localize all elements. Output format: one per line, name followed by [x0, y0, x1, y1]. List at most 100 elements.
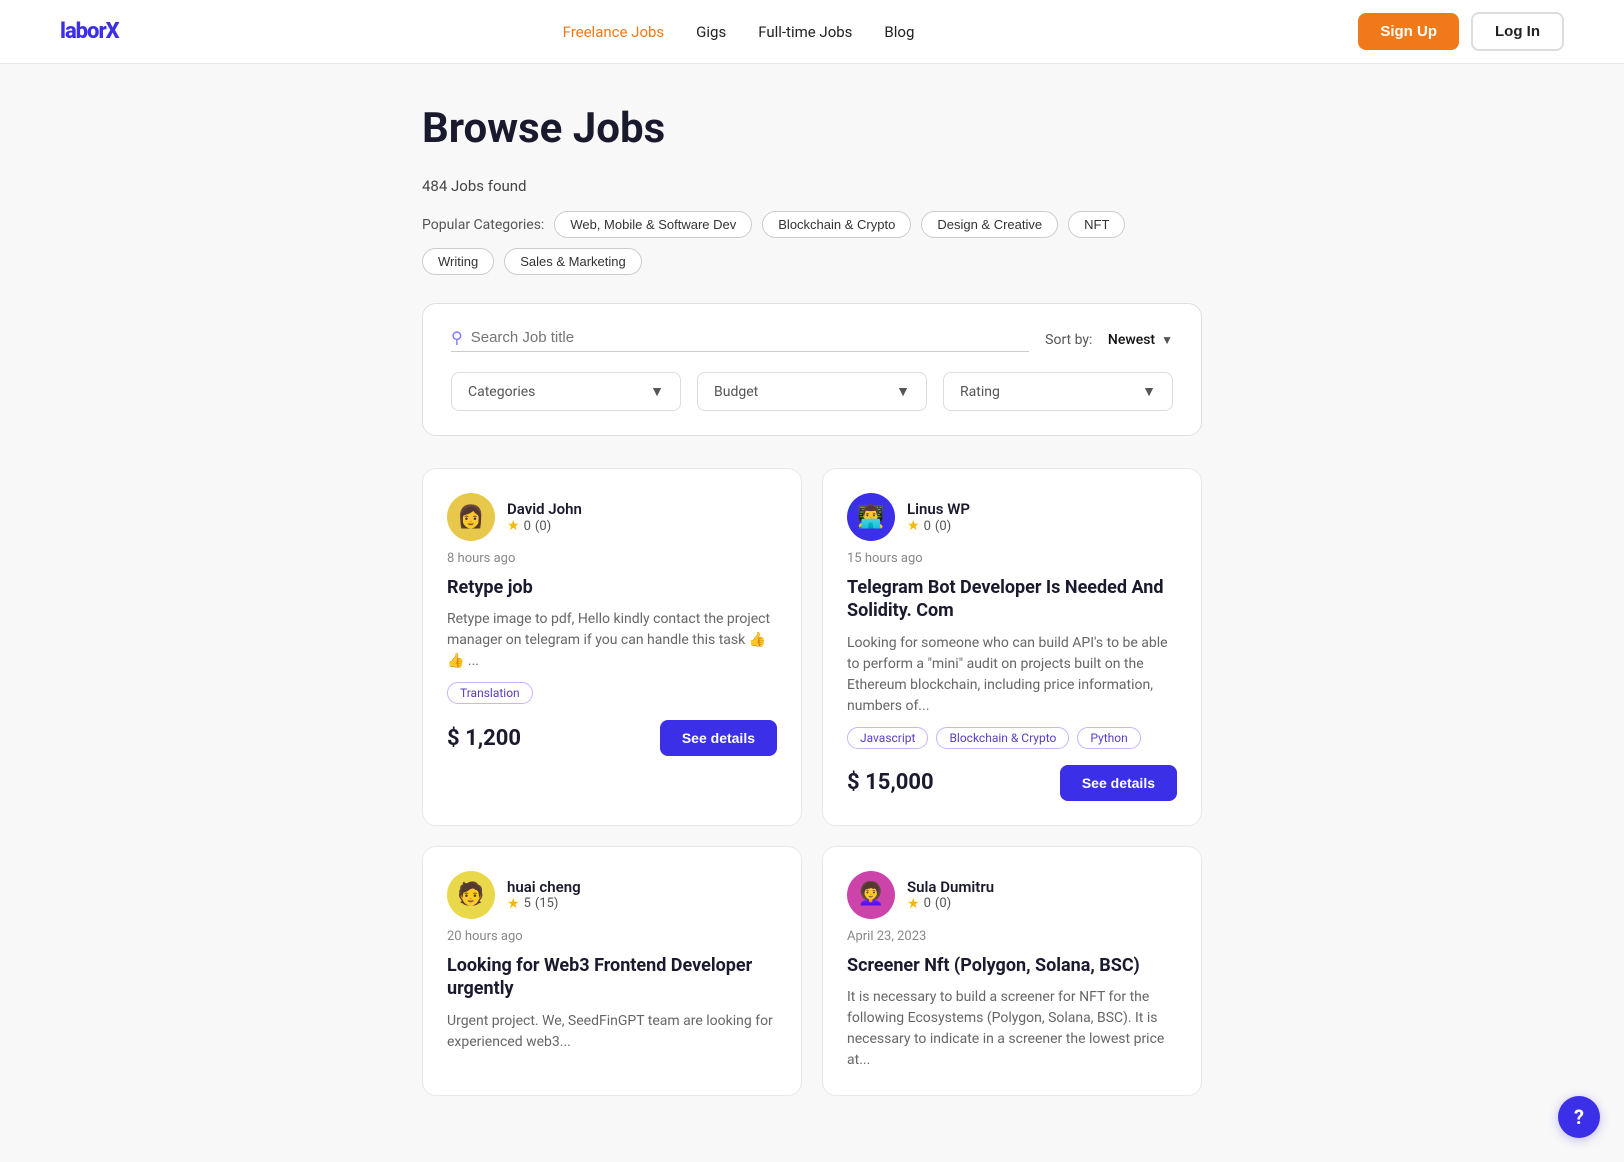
filter-rating[interactable]: Rating ▼ [943, 372, 1173, 411]
user-info: huai cheng ★ 5 (15) [507, 878, 581, 912]
nav-fulltime-jobs[interactable]: Full-time Jobs [758, 23, 852, 41]
category-web[interactable]: Web, Mobile & Software Dev [554, 211, 752, 238]
see-details-button[interactable]: See details [1060, 765, 1177, 801]
card-footer: $ 15,000 See details [847, 765, 1177, 801]
sort-select[interactable]: Sort by: Newest ▼ [1045, 332, 1173, 348]
category-blockchain[interactable]: Blockchain & Crypto [762, 211, 911, 238]
job-card: 👨‍💻 Linus WP ★ 0 (0) 15 hours ago Telegr… [822, 468, 1202, 826]
sort-label: Sort by: [1045, 332, 1092, 348]
job-tag: Translation [447, 682, 533, 704]
user-name: Sula Dumitru [907, 878, 994, 896]
jobs-grid: 👩 David John ★ 0 (0) 8 hours ago Retype … [422, 468, 1202, 1096]
rating-value: 0 [524, 519, 531, 534]
time-ago: 15 hours ago [847, 551, 1177, 566]
category-nft[interactable]: NFT [1068, 211, 1125, 238]
filter-categories[interactable]: Categories ▼ [451, 372, 681, 411]
filter-budget[interactable]: Budget ▼ [697, 372, 927, 411]
star-icon: ★ [907, 896, 920, 912]
filter-budget-chevron-icon: ▼ [896, 383, 910, 400]
tags-row: Translation [447, 682, 777, 704]
category-writing[interactable]: Writing [422, 248, 494, 275]
job-title: Telegram Bot Developer Is Needed And Sol… [847, 576, 1177, 623]
nav-gigs[interactable]: Gigs [696, 23, 726, 41]
job-card: 👩 David John ★ 0 (0) 8 hours ago Retype … [422, 468, 802, 826]
filter-categories-chevron-icon: ▼ [650, 383, 664, 400]
search-input-wrap: ⚲ [451, 328, 1029, 352]
user-name: Linus WP [907, 500, 970, 518]
categories-label: Popular Categories: [422, 217, 544, 233]
nav-actions: Sign Up Log In [1358, 12, 1564, 51]
job-description: It is necessary to build a screener for … [847, 987, 1177, 1071]
category-design[interactable]: Design & Creative [921, 211, 1058, 238]
user-info: David John ★ 0 (0) [507, 500, 582, 534]
job-description: Retype image to pdf, Hello kindly contac… [447, 609, 777, 672]
job-description: Looking for someone who can build API's … [847, 633, 1177, 717]
filter-budget-label: Budget [714, 384, 758, 400]
filter-rating-label: Rating [960, 384, 1000, 400]
see-details-button[interactable]: See details [660, 720, 777, 756]
help-button[interactable]: ? [1558, 1096, 1600, 1138]
filter-categories-label: Categories [468, 384, 535, 400]
nav-freelance-jobs[interactable]: Freelance Jobs [563, 23, 665, 41]
user-rating: ★ 0 (0) [907, 896, 994, 912]
rating-count: (15) [535, 896, 559, 911]
user-rating: ★ 5 (15) [507, 896, 581, 912]
job-title: Screener Nft (Polygon, Solana, BSC) [847, 954, 1177, 977]
login-button[interactable]: Log In [1471, 12, 1564, 51]
user-name: huai cheng [507, 878, 581, 896]
time-ago: April 23, 2023 [847, 929, 1177, 944]
avatar-image: 👨‍💻 [847, 493, 895, 541]
categories-row: Popular Categories: Web, Mobile & Softwa… [422, 211, 1202, 275]
avatar-image: 👩‍🦱 [847, 871, 895, 919]
tags-row: Javascript Blockchain & Crypto Python [847, 727, 1177, 749]
user-info: Sula Dumitru ★ 0 (0) [907, 878, 994, 912]
job-card: 👩‍🦱 Sula Dumitru ★ 0 (0) April 23, 2023 … [822, 846, 1202, 1096]
avatar-image: 🧑 [447, 871, 495, 919]
card-header: 👩‍🦱 Sula Dumitru ★ 0 (0) [847, 871, 1177, 919]
nav-blog[interactable]: Blog [884, 23, 914, 41]
rating-value: 0 [924, 896, 931, 911]
avatar: 👨‍💻 [847, 493, 895, 541]
avatar: 👩 [447, 493, 495, 541]
card-header: 👨‍💻 Linus WP ★ 0 (0) [847, 493, 1177, 541]
sort-value: Newest [1108, 332, 1155, 348]
job-card: 🧑 huai cheng ★ 5 (15) 20 hours ago Looki… [422, 846, 802, 1096]
search-input[interactable] [471, 329, 1029, 346]
time-ago: 20 hours ago [447, 929, 777, 944]
user-rating: ★ 0 (0) [507, 518, 582, 534]
page-title: Browse Jobs [422, 104, 1202, 153]
filters-row: Categories ▼ Budget ▼ Rating ▼ [451, 372, 1173, 411]
job-tag: Blockchain & Crypto [936, 727, 1069, 749]
nav-links: Freelance Jobs Gigs Full-time Jobs Blog [563, 22, 915, 41]
logo[interactable]: laborX [60, 19, 119, 44]
signup-button[interactable]: Sign Up [1358, 13, 1459, 50]
search-panel: ⚲ Sort by: Newest ▼ Categories ▼ Budget … [422, 303, 1202, 436]
job-tag: Python [1077, 727, 1140, 749]
job-price: $ 1,200 [447, 726, 521, 751]
job-tag: Javascript [847, 727, 928, 749]
job-title: Retype job [447, 576, 777, 599]
job-title: Looking for Web3 Frontend Developer urge… [447, 954, 777, 1001]
card-footer: $ 1,200 See details [447, 720, 777, 756]
card-header: 👩 David John ★ 0 (0) [447, 493, 777, 541]
avatar-image: 👩 [447, 493, 495, 541]
time-ago: 8 hours ago [447, 551, 777, 566]
rating-value: 5 [524, 896, 531, 911]
filter-rating-chevron-icon: ▼ [1142, 383, 1156, 400]
sort-chevron-icon: ▼ [1161, 333, 1173, 347]
star-icon: ★ [507, 518, 520, 534]
card-header: 🧑 huai cheng ★ 5 (15) [447, 871, 777, 919]
rating-value: 0 [924, 519, 931, 534]
category-sales[interactable]: Sales & Marketing [504, 248, 642, 275]
job-description: Urgent project. We, SeedFinGPT team are … [447, 1011, 777, 1053]
main-content: Browse Jobs 484 Jobs found Popular Categ… [402, 64, 1222, 1156]
avatar: 👩‍🦱 [847, 871, 895, 919]
rating-count: (0) [935, 896, 951, 911]
job-price: $ 15,000 [847, 770, 934, 795]
jobs-found-count: 484 Jobs found [422, 177, 1202, 195]
star-icon: ★ [907, 518, 920, 534]
star-icon: ★ [507, 896, 520, 912]
user-info: Linus WP ★ 0 (0) [907, 500, 970, 534]
navbar: laborX Freelance Jobs Gigs Full-time Job… [0, 0, 1624, 64]
rating-count: (0) [935, 519, 951, 534]
